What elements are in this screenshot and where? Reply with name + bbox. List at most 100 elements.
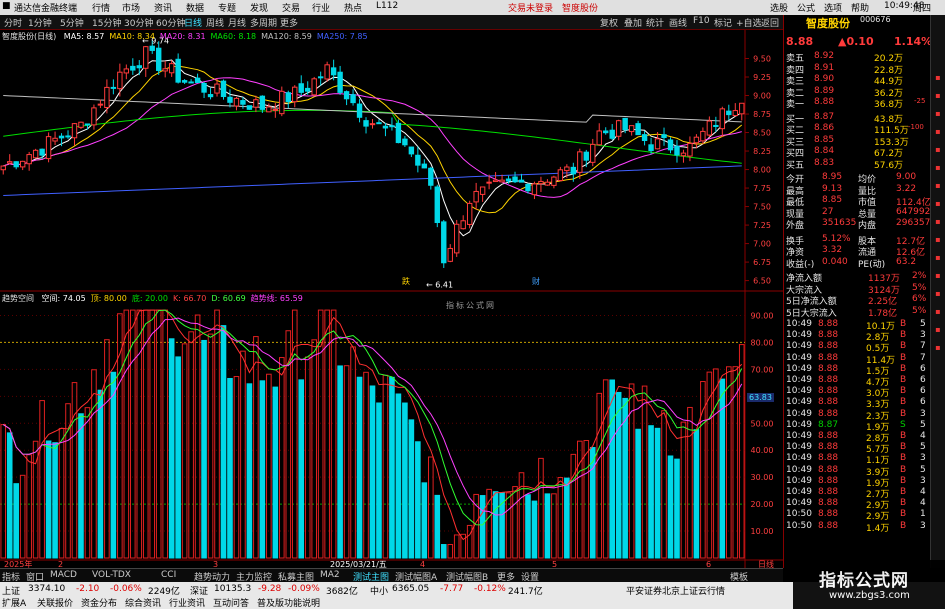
period-monthly[interactable]: 月线 xyxy=(228,16,246,29)
home-icon[interactable]: ▪ xyxy=(933,289,943,299)
chart-icon[interactable]: ▪ xyxy=(933,91,943,101)
ma-legend-1: MA10: 8.34 xyxy=(109,32,155,41)
period-30min[interactable]: 30分钟 xyxy=(124,16,153,29)
quick-link-5[interactable]: 互动问答 xyxy=(213,596,249,609)
date-label: 2 xyxy=(58,560,63,568)
period-weekly[interactable]: 周线 xyxy=(206,16,224,29)
gear-icon[interactable]: ▪ xyxy=(933,271,943,281)
star-icon[interactable]: ▪ xyxy=(933,127,943,137)
quick-link-0[interactable]: 扩展A xyxy=(2,596,26,609)
indicator-bar xyxy=(58,427,65,559)
panel-icon[interactable]: ▪ xyxy=(933,73,943,83)
price-tick-label: 8.50 xyxy=(753,129,771,138)
period-more[interactable]: 更多 xyxy=(280,16,298,29)
menu-jiaoyi[interactable]: 交易 xyxy=(282,1,300,14)
flow-pct: 2% xyxy=(912,271,927,281)
tick-side: B xyxy=(900,363,907,374)
news-icon[interactable]: ▪ xyxy=(933,163,943,173)
bid-price: 8.86 xyxy=(814,123,835,133)
right-icon-bar: ▪ ▪ ▪ ▪ ▪ ▪ ▪ ▪ ▪ ▪ ▪ ▪ ▪ ▪ ▪ ▪ xyxy=(930,15,945,568)
indicator-bar xyxy=(667,455,674,559)
flag-icon[interactable]: ▪ xyxy=(933,307,943,317)
candle-body xyxy=(583,151,589,161)
candle-body xyxy=(628,125,635,133)
menu-redian[interactable]: 热点 xyxy=(344,1,362,14)
menu-hangye[interactable]: 行业 xyxy=(312,1,330,14)
quick-link-4[interactable]: 行业资讯 xyxy=(169,596,205,609)
bell-icon[interactable]: ▪ xyxy=(933,145,943,155)
menu-faxian[interactable]: 发现 xyxy=(250,1,268,14)
period-5min[interactable]: 5分钟 xyxy=(60,16,84,29)
candle-body xyxy=(447,247,453,262)
user-icon[interactable]: ▪ xyxy=(933,253,943,263)
grid-icon[interactable]: ▪ xyxy=(933,217,943,227)
candle-body xyxy=(706,120,713,136)
index-2-field-0[interactable]: 中小 xyxy=(370,584,388,597)
btn-diejia[interactable]: 叠加 xyxy=(624,16,642,29)
menu-shichang[interactable]: 市场 xyxy=(122,1,140,14)
indicator-bar xyxy=(661,410,667,559)
tab-4[interactable]: CCI xyxy=(161,570,176,580)
indicator-bar xyxy=(162,309,168,559)
indicator-bar xyxy=(408,419,415,559)
period-daily[interactable]: 日线 xyxy=(184,16,202,29)
nav-xuanxiang[interactable]: 选项 xyxy=(824,1,842,14)
quick-link-6[interactable]: 普及版功能说明 xyxy=(257,596,320,609)
tick-row-12: 10:49 8.88 1.1万 B 3 xyxy=(784,453,931,466)
tab-3[interactable]: VOL-TDX xyxy=(92,570,131,580)
period-multi[interactable]: 多周期 xyxy=(250,16,277,29)
btn-tongji[interactable]: 统计 xyxy=(646,16,664,29)
period-fenshi[interactable]: 分时 xyxy=(4,16,22,29)
tick-time: 10:49 xyxy=(786,419,812,430)
stat-label-2: PE(动) xyxy=(858,259,886,270)
btn-add-watch[interactable]: +自选 xyxy=(736,16,762,29)
chart-area[interactable]: 9.50 9.25 9.00 8.75 8.50 8.25 8.00 7.75 7.50 7.25… xyxy=(0,30,783,568)
period-1min[interactable]: 1分钟 xyxy=(28,16,52,29)
link-icon[interactable]: ▪ xyxy=(933,235,943,245)
tick-time: 10:49 xyxy=(786,341,812,352)
pie-icon[interactable]: ▪ xyxy=(933,181,943,191)
indicator-bar xyxy=(635,428,641,559)
btn-huaxian[interactable]: 画线 xyxy=(669,16,687,29)
quick-link-2[interactable]: 资金分布 xyxy=(81,596,117,609)
price-tick-label: 8.75 xyxy=(753,110,771,119)
btn-f10[interactable]: F10 xyxy=(693,16,710,26)
menu-shuju[interactable]: 数据 xyxy=(186,1,204,14)
candle-body xyxy=(272,108,279,111)
indicator-tick-label: 70.00 xyxy=(751,365,774,374)
menu-zixun[interactable]: 资讯 xyxy=(154,1,172,14)
indicator-bar xyxy=(544,493,551,559)
tab-2[interactable]: MACD xyxy=(50,570,77,580)
price-tick-label: 7.00 xyxy=(753,240,771,249)
nav-bangzhu[interactable]: 帮助 xyxy=(851,1,869,14)
menu-hangqing[interactable]: 行情 xyxy=(92,1,110,14)
filter-icon[interactable]: ▪ xyxy=(933,199,943,209)
period-60min[interactable]: 60分钟 xyxy=(156,16,185,29)
indicator-tick-label: 90.00 xyxy=(751,311,774,320)
menu-zhuanti[interactable]: 专题 xyxy=(218,1,236,14)
tick-side: B xyxy=(900,397,907,408)
nav-gongshi[interactable]: 公式 xyxy=(797,1,815,14)
tab-8[interactable]: MA2 xyxy=(320,570,340,580)
ma250-line xyxy=(3,165,742,196)
search-icon[interactable]: ▪ xyxy=(933,325,943,335)
btn-fuquan[interactable]: 复权 xyxy=(600,16,618,29)
btn-biaoji[interactable]: 标记 xyxy=(714,16,732,29)
btn-back[interactable]: 返回 xyxy=(761,16,779,29)
code-field[interactable]: L112 xyxy=(376,1,398,11)
indicator-bar xyxy=(39,400,45,559)
ma60-line xyxy=(3,109,742,164)
period-15min[interactable]: 15分钟 xyxy=(92,16,121,29)
quick-link-1[interactable]: 关联报价 xyxy=(37,596,73,609)
list-icon[interactable]: ▪ xyxy=(933,109,943,119)
nav-xuangu[interactable]: 选股 xyxy=(770,1,788,14)
login-status[interactable]: 交易未登录 xyxy=(508,1,553,14)
indicator-bar xyxy=(654,427,661,559)
quick-link-3[interactable]: 综合资讯 xyxy=(125,596,161,609)
bid-price: 8.84 xyxy=(814,146,835,156)
candle-body xyxy=(596,130,602,146)
tick-count: 7 xyxy=(920,341,926,352)
book-icon[interactable]: ▪ xyxy=(933,343,943,353)
tick-time: 10:49 xyxy=(786,375,812,385)
stat-value: 8.85 xyxy=(822,195,843,205)
